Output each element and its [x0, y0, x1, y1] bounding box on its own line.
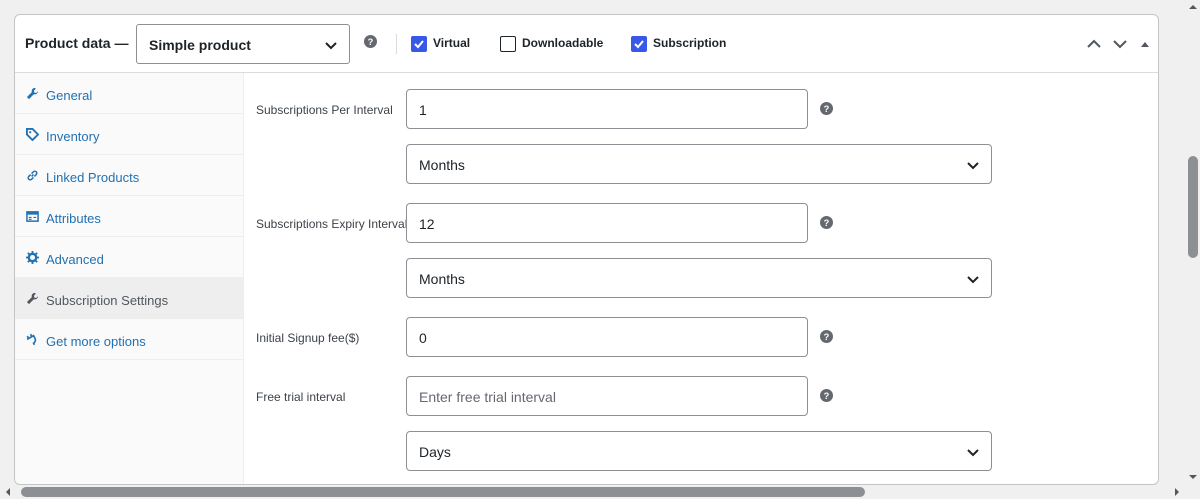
- expiry-interval-value: 12: [419, 216, 435, 232]
- horizontal-scrollbar-thumb[interactable]: [21, 487, 865, 497]
- svg-text:?: ?: [824, 104, 830, 114]
- tab-general[interactable]: General: [15, 73, 243, 114]
- signup-fee-value: 0: [419, 330, 427, 346]
- expiry-interval-unit-select[interactable]: Months: [406, 258, 992, 298]
- tab-advanced[interactable]: Advanced: [15, 237, 243, 278]
- free-trial-label: Free trial interval: [256, 390, 346, 404]
- subscription-label: Subscription: [653, 36, 727, 50]
- signup-fee-input[interactable]: 0: [406, 317, 808, 357]
- virtual-label: Virtual: [433, 36, 471, 50]
- downloadable-label: Downloadable: [522, 36, 604, 50]
- expiry-interval-unit-value: Months: [419, 271, 465, 287]
- product-type-select[interactable]: Simple product: [136, 24, 350, 64]
- help-icon[interactable]: ?: [820, 330, 833, 343]
- chevron-down-icon: [967, 276, 979, 284]
- link-icon: [27, 170, 38, 181]
- signup-fee-label: Initial Signup fee($): [256, 331, 360, 345]
- scroll-down-arrow-icon[interactable]: [1188, 472, 1198, 482]
- tab-label: Get more options: [46, 334, 146, 349]
- svg-text:?: ?: [824, 332, 830, 342]
- collapse-toggle-icon[interactable]: [1140, 39, 1150, 49]
- checkmark-icon: [634, 40, 644, 49]
- gear-icon: [26, 251, 39, 264]
- expiry-interval-label: Subscriptions Expiry Interval: [256, 217, 408, 231]
- header-divider: [396, 34, 397, 54]
- per-interval-unit-value: Months: [419, 157, 465, 173]
- product-data-panel: Product data — Simple product ? Virtual …: [14, 14, 1159, 485]
- tab-label: General: [46, 88, 93, 103]
- virtual-checkbox[interactable]: [411, 36, 427, 52]
- tab-linked-products[interactable]: Linked Products: [15, 155, 243, 196]
- per-interval-input[interactable]: 1: [406, 89, 808, 129]
- product-data-tabs: General Inventory Linked Products Attrib…: [15, 73, 244, 484]
- subscription-checkbox[interactable]: [631, 36, 647, 52]
- per-interval-value: 1: [419, 102, 427, 118]
- help-icon[interactable]: ?: [364, 35, 377, 48]
- help-icon[interactable]: ?: [820, 102, 833, 115]
- tag-icon: [26, 128, 39, 141]
- checkmark-icon: [414, 40, 424, 49]
- plugin-icon: [26, 333, 37, 346]
- vertical-scrollbar[interactable]: [1186, 0, 1200, 485]
- product-type-value: Simple product: [149, 37, 251, 53]
- free-trial-input[interactable]: Enter free trial interval: [406, 376, 808, 416]
- chevron-down-icon: [967, 162, 979, 170]
- expiry-interval-input[interactable]: 12: [406, 203, 808, 243]
- free-trial-unit-select[interactable]: Days: [406, 431, 992, 471]
- chevron-up-icon[interactable]: [1086, 37, 1102, 51]
- per-interval-unit-select[interactable]: Months: [406, 144, 992, 184]
- scroll-up-arrow-icon[interactable]: [1188, 2, 1198, 12]
- tab-get-more-options[interactable]: Get more options: [15, 319, 243, 360]
- free-trial-unit-value: Days: [419, 444, 451, 460]
- tab-label: Subscription Settings: [46, 293, 169, 308]
- svg-text:?: ?: [824, 391, 830, 401]
- per-interval-label: Subscriptions Per Interval: [256, 103, 393, 117]
- wrench-icon: [26, 292, 39, 305]
- panel-title: Product data —: [25, 35, 129, 51]
- downloadable-checkbox[interactable]: [500, 36, 516, 52]
- tab-subscription-settings[interactable]: Subscription Settings: [15, 278, 243, 319]
- tab-label: Advanced: [46, 252, 104, 267]
- tab-label: Attributes: [46, 211, 101, 226]
- help-icon[interactable]: ?: [820, 389, 833, 402]
- svg-text:?: ?: [368, 37, 374, 47]
- chevron-down-icon[interactable]: [1112, 37, 1128, 51]
- tab-label: Inventory: [46, 129, 100, 144]
- table-icon: [26, 211, 39, 222]
- tab-inventory[interactable]: Inventory: [15, 114, 243, 155]
- scroll-left-arrow-icon[interactable]: [3, 487, 13, 497]
- wrench-icon: [26, 87, 39, 100]
- help-icon[interactable]: ?: [820, 216, 833, 229]
- chevron-down-icon: [325, 42, 337, 50]
- horizontal-scrollbar[interactable]: [0, 485, 1200, 499]
- vertical-scrollbar-thumb[interactable]: [1188, 156, 1198, 258]
- tab-attributes[interactable]: Attributes: [15, 196, 243, 237]
- free-trial-placeholder: Enter free trial interval: [419, 389, 556, 405]
- chevron-down-icon: [967, 449, 979, 457]
- tab-label: Linked Products: [46, 170, 140, 185]
- scroll-right-arrow-icon[interactable]: [1172, 487, 1182, 497]
- product-data-header: Product data — Simple product ? Virtual …: [15, 15, 1158, 73]
- svg-text:?: ?: [824, 218, 830, 228]
